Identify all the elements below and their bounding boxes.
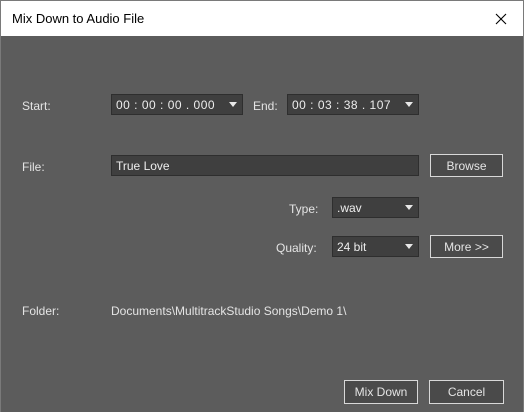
more-button[interactable]: More >> [430,235,503,258]
caret-down-icon [400,237,418,256]
dialog-title: Mix Down to Audio File [12,11,145,26]
file-name-value: True Love [116,158,170,173]
close-icon [495,13,507,24]
type-label: Type: [289,202,319,216]
dialog-body: Start: 00 : 00 : 00 . 000 End: 00 : 03 :… [1,36,523,412]
close-button[interactable] [479,1,523,36]
cancel-button[interactable]: Cancel [429,380,504,404]
end-time-field[interactable]: 00 : 03 : 38 . 107 [287,94,419,115]
quality-label: Quality: [276,241,317,255]
type-value: .wav [337,200,362,215]
folder-path[interactable]: Documents\MultitrackStudio Songs\Demo 1\ [111,304,346,318]
end-time-value: 00 : 03 : 38 . 107 [292,97,392,112]
browse-button[interactable]: Browse [430,154,503,177]
mixdown-dialog: Mix Down to Audio File Start: 00 : 00 : … [0,0,524,412]
caret-down-icon [400,95,418,114]
caret-down-icon [224,95,242,114]
type-dropdown[interactable]: .wav [332,197,419,218]
start-label: Start: [22,99,51,113]
caret-down-icon [400,198,418,217]
start-time-field[interactable]: 00 : 00 : 00 . 000 [111,94,243,115]
mix-down-button[interactable]: Mix Down [344,380,418,404]
quality-value: 24 bit [337,239,367,254]
file-name-input[interactable]: True Love [111,155,419,176]
end-label: End: [253,99,278,113]
file-label: File: [22,160,45,174]
title-bar: Mix Down to Audio File [1,1,523,36]
start-time-value: 00 : 00 : 00 . 000 [116,97,216,112]
folder-label: Folder: [22,304,60,318]
quality-dropdown[interactable]: 24 bit [332,236,419,257]
